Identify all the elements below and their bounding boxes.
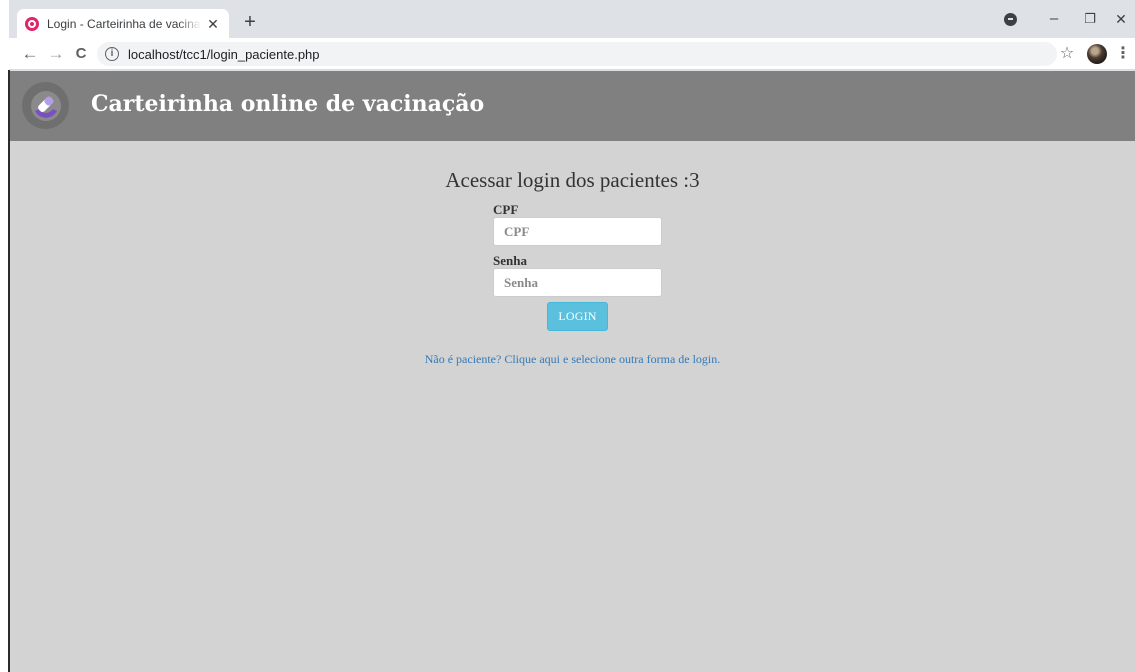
forward-arrow-icon[interactable]: →: [45, 43, 67, 65]
site-title: Carteirinha online de vacinação: [91, 91, 485, 117]
tab-login[interactable]: Login - Carteirinha de vacinação ✕: [17, 9, 229, 38]
login-heading: Acessar login dos pacientes :3: [445, 168, 700, 192]
restore-icon[interactable]: ❐: [1075, 6, 1105, 32]
close-icon[interactable]: ✕: [205, 16, 221, 32]
tab-bar: Login - Carteirinha de vacinação ✕ + – ❐…: [9, 0, 1135, 38]
back-arrow-icon[interactable]: ←: [19, 43, 41, 65]
browser-toolbar: ← → C i localhost/tcc1/login_paciente.ph…: [9, 38, 1135, 70]
alternate-login-link: Não é paciente? Clique aqui e selecione …: [10, 352, 1135, 367]
alternate-login-link-text[interactable]: Não é paciente? Clique aqui e selecione …: [425, 352, 721, 366]
tab-title: Login - Carteirinha de vacinação: [47, 16, 201, 31]
vaccine-logo-icon[interactable]: [22, 82, 69, 129]
senha-input[interactable]: [493, 268, 662, 297]
plus-icon[interactable]: +: [239, 12, 261, 34]
browser-window: Login - Carteirinha de vacinação ✕ + – ❐…: [0, 0, 1135, 672]
address-bar[interactable]: i localhost/tcc1/login_paciente.php: [97, 42, 1057, 66]
favicon-icon: [25, 16, 39, 31]
url-text[interactable]: localhost/tcc1/login_paciente.php: [128, 47, 320, 62]
login-button[interactable]: LOGIN: [547, 302, 608, 331]
profile-icon[interactable]: [1004, 13, 1017, 26]
info-icon[interactable]: i: [105, 47, 119, 61]
site-header: Carteirinha online de vacinação: [10, 71, 1135, 141]
reload-icon[interactable]: C: [70, 43, 92, 65]
menu-icon[interactable]: ⋮: [1115, 44, 1131, 64]
page-content: Carteirinha online de vacinação Acessar …: [10, 71, 1135, 672]
star-icon[interactable]: ☆: [1057, 44, 1077, 64]
cpf-label: CPF: [493, 202, 519, 217]
window-close-icon[interactable]: ✕: [1106, 6, 1135, 32]
avatar[interactable]: [1087, 44, 1107, 64]
minimize-icon[interactable]: –: [1039, 6, 1069, 32]
senha-label: Senha: [493, 253, 527, 268]
cpf-input[interactable]: [493, 217, 662, 246]
